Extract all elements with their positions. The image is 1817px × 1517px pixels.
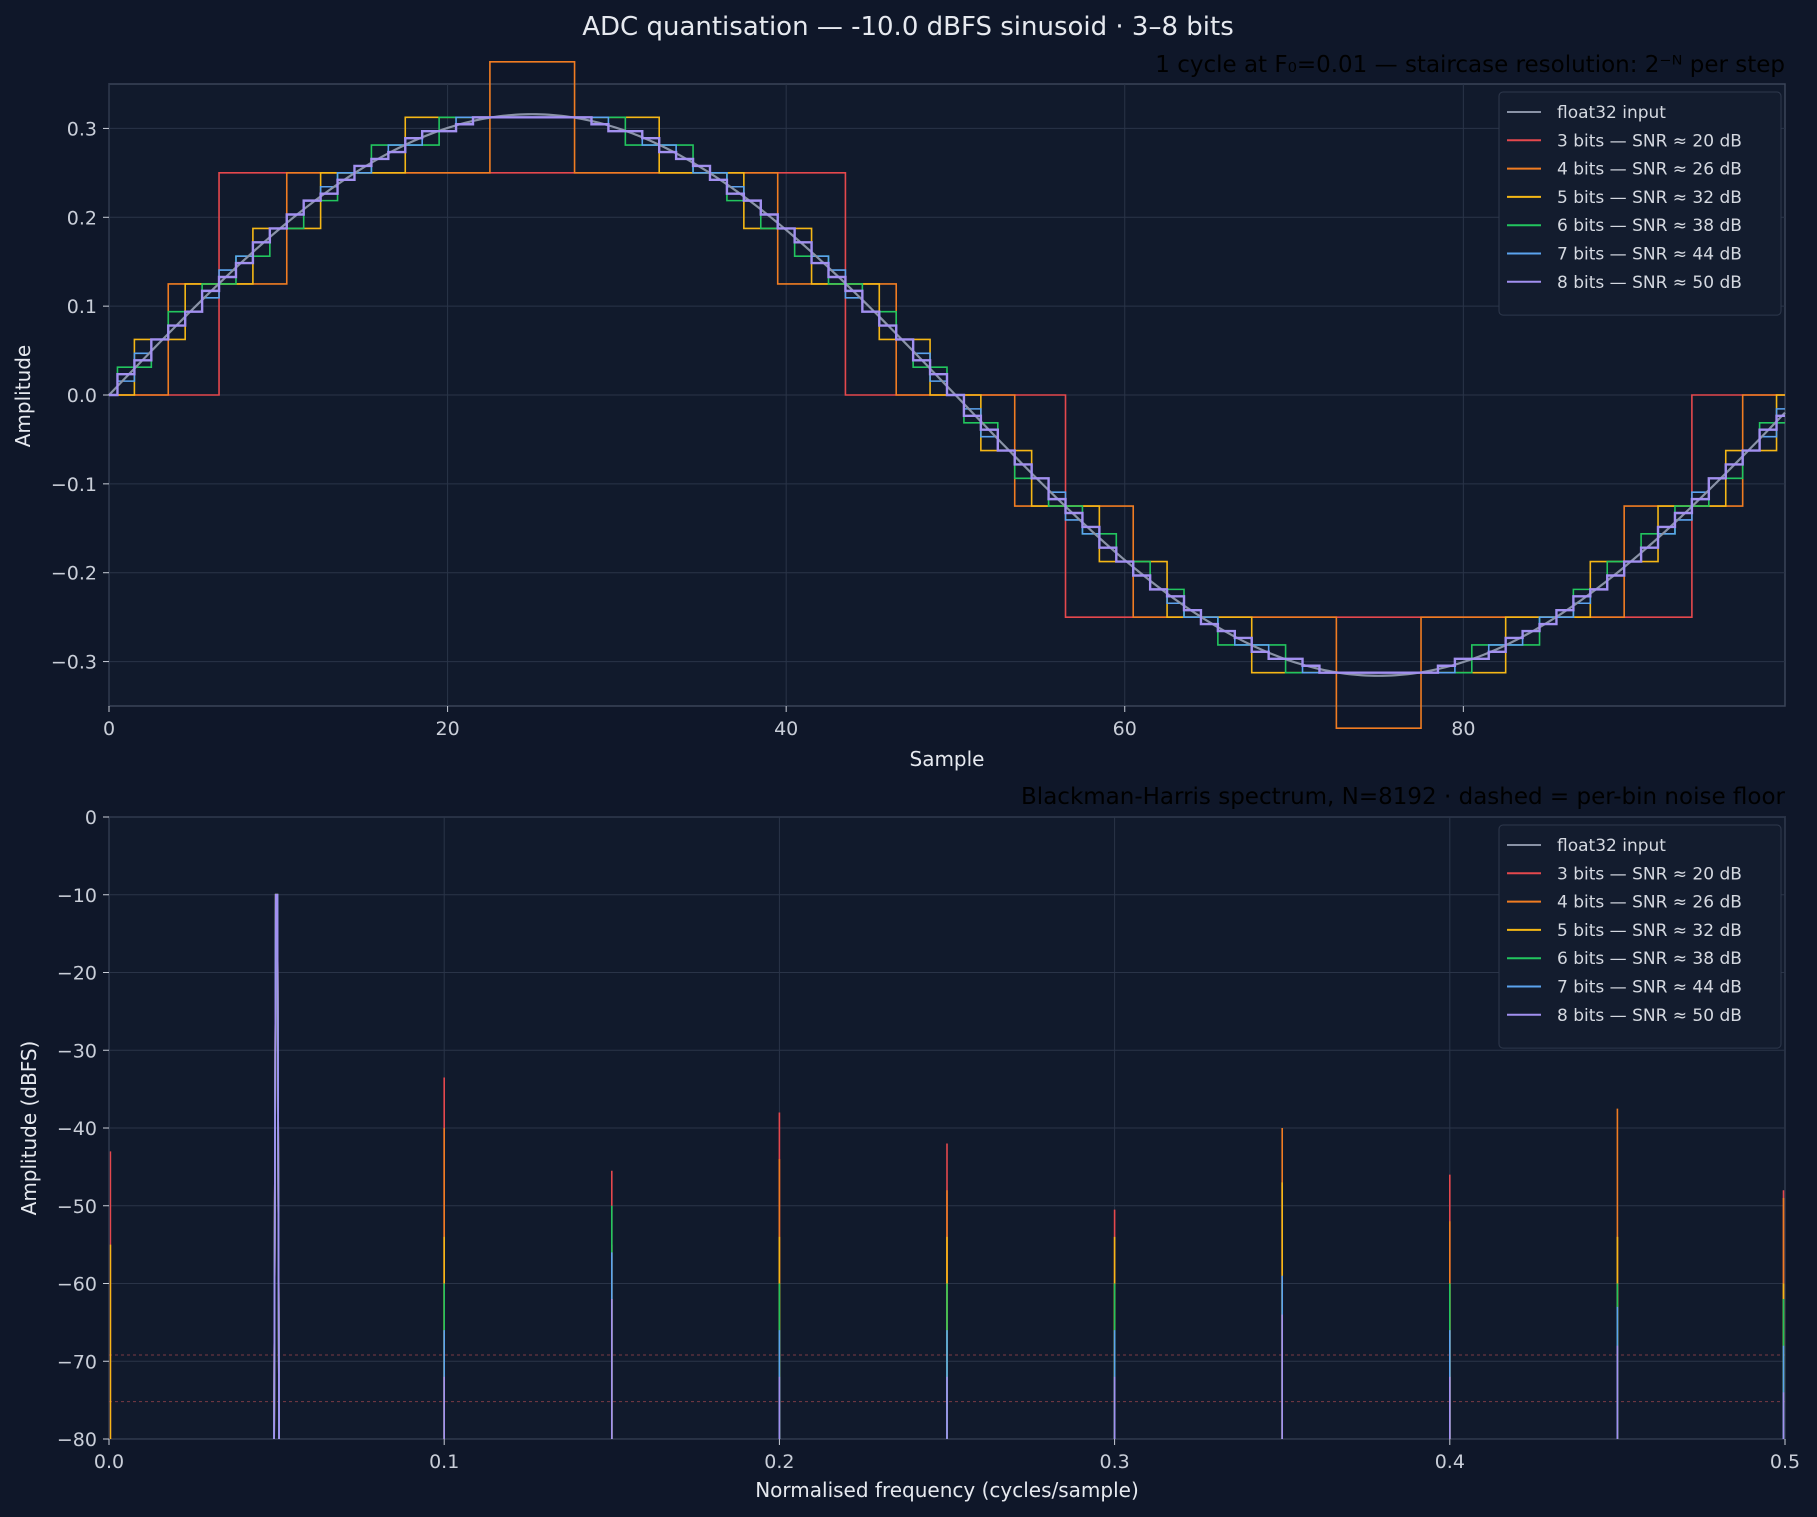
time-x-axis-label: Sample: [910, 747, 985, 771]
x-tick-label: 60: [1113, 718, 1137, 740]
y-tick-label: −80: [57, 1429, 97, 1451]
y-tick-label: 0: [85, 807, 97, 829]
y-tick-label: −0.3: [51, 652, 97, 674]
y-tick-label: −40: [57, 1118, 97, 1140]
legend-label: 3 bits — SNR ≈ 20 dB: [1557, 864, 1742, 884]
time-legend: float32 input 3 bits — SNR ≈ 20 dB 4 bits …: [1498, 91, 1782, 316]
legend-label: 5 bits — SNR ≈ 32 dB: [1557, 188, 1742, 208]
y-tick-label: 0.2: [67, 207, 97, 229]
spectrum-panel: Blackman-Harris spectrum, N=8192 · dashe…: [17, 784, 1800, 1502]
y-tick-label: 0.3: [67, 118, 97, 140]
x-tick-label: 40: [774, 718, 798, 740]
x-tick-label: 0: [103, 718, 115, 740]
x-tick-label: 0.5: [1770, 1451, 1800, 1473]
legend-label: 8 bits — SNR ≈ 50 dB: [1557, 1006, 1742, 1026]
time-domain-panel: 1 cycle at F₀=0.01 — staircase resolutio…: [11, 52, 1786, 771]
y-tick-label: −50: [57, 1196, 97, 1218]
legend-label: 4 bits — SNR ≈ 26 dB: [1557, 893, 1742, 913]
spectrum-y-axis-label: Amplitude (dBFS): [17, 1041, 41, 1216]
x-tick-label: 0.4: [1435, 1451, 1465, 1473]
y-tick-label: −10: [57, 885, 97, 907]
time-y-axis-label: Amplitude: [11, 345, 35, 448]
x-tick-label: 0.0: [94, 1451, 124, 1473]
legend-label: float32 input: [1557, 103, 1666, 123]
spectrum-subtitle: Blackman-Harris spectrum, N=8192 · dashe…: [1021, 784, 1786, 810]
x-tick-label: 0.3: [1099, 1451, 1129, 1473]
y-tick-label: −0.2: [51, 563, 97, 585]
y-tick-label: −0.1: [51, 474, 97, 496]
x-tick-label: 0.1: [429, 1451, 459, 1473]
legend-label: 4 bits — SNR ≈ 26 dB: [1557, 160, 1742, 180]
legend-label: float32 input: [1557, 836, 1666, 856]
spectrum-legend: float32 input 3 bits — SNR ≈ 20 dB 4 bits …: [1498, 824, 1782, 1049]
figure-title: ADC quantisation — -10.0 dBFS sinusoid ·…: [582, 12, 1234, 42]
legend-label: 5 bits — SNR ≈ 32 dB: [1557, 921, 1742, 941]
legend-label: 6 bits — SNR ≈ 38 dB: [1557, 216, 1742, 236]
x-tick-label: 80: [1451, 718, 1475, 740]
x-tick-label: 20: [435, 718, 459, 740]
y-tick-label: −20: [57, 963, 97, 985]
spectrum-x-axis-label: Normalised frequency (cycles/sample): [755, 1478, 1139, 1502]
time-subtitle: 1 cycle at F₀=0.01 — staircase resolutio…: [1155, 52, 1785, 78]
x-tick-label: 0.2: [764, 1451, 794, 1473]
legend-label: 7 bits — SNR ≈ 44 dB: [1557, 978, 1742, 998]
y-tick-label: −70: [57, 1351, 97, 1373]
y-tick-label: −30: [57, 1040, 97, 1062]
legend-label: 8 bits — SNR ≈ 50 dB: [1557, 273, 1742, 293]
figure: ADC quantisation — -10.0 dBFS sinusoid ·…: [0, 0, 1817, 1517]
y-tick-label: 0.0: [67, 385, 97, 407]
y-tick-label: −60: [57, 1274, 97, 1296]
legend-label: 6 bits — SNR ≈ 38 dB: [1557, 949, 1742, 969]
legend-label: 7 bits — SNR ≈ 44 dB: [1557, 245, 1742, 265]
legend-label: 3 bits — SNR ≈ 20 dB: [1557, 131, 1742, 151]
y-tick-label: 0.1: [67, 296, 97, 318]
